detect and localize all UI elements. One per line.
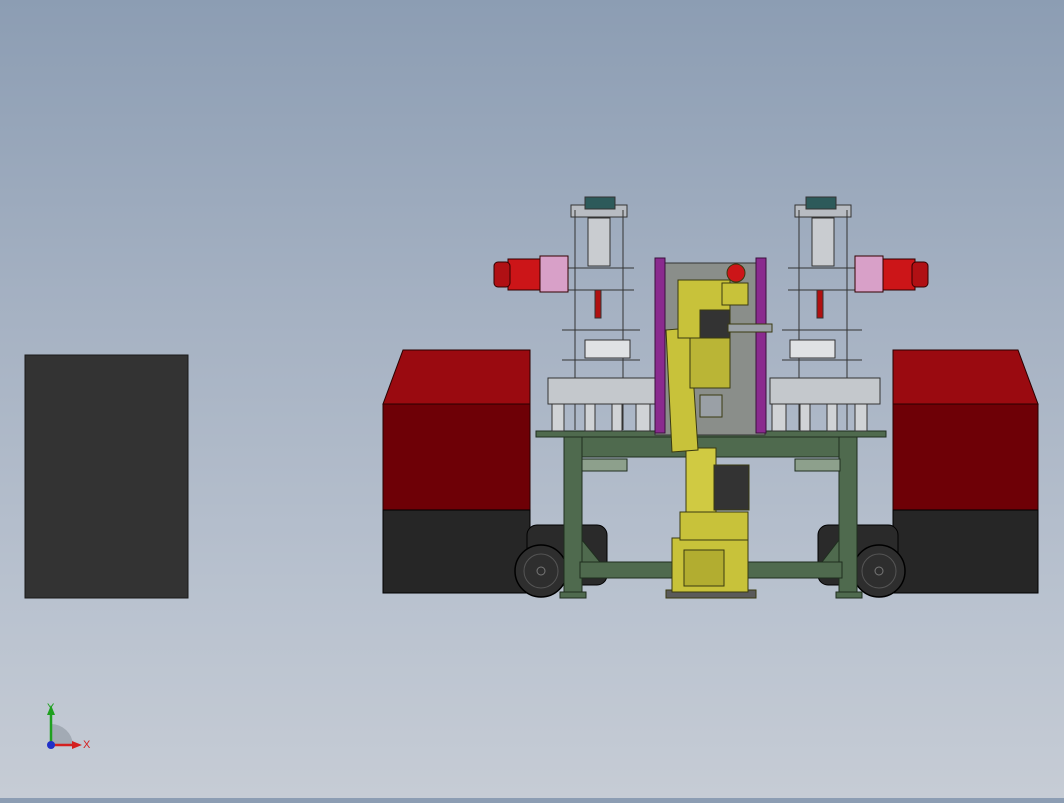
triad-shade: [51, 724, 73, 745]
dark-block-part[interactable]: [24, 354, 189, 599]
z-axis-dot: [47, 741, 55, 749]
right-fixture-station[interactable]: [769, 196, 881, 432]
y-axis-label: Y: [47, 702, 55, 714]
left-fixture-station[interactable]: [547, 196, 657, 432]
left-motor[interactable]: [493, 255, 569, 293]
x-axis-label: X: [83, 739, 91, 751]
cad-viewport[interactable]: Y X: [0, 0, 1064, 798]
coordinate-triad: Y X: [47, 702, 91, 751]
assembly-drawing: Y X: [24, 196, 1039, 751]
x-axis-arrow: [72, 741, 82, 749]
right-motor[interactable]: [854, 255, 929, 293]
